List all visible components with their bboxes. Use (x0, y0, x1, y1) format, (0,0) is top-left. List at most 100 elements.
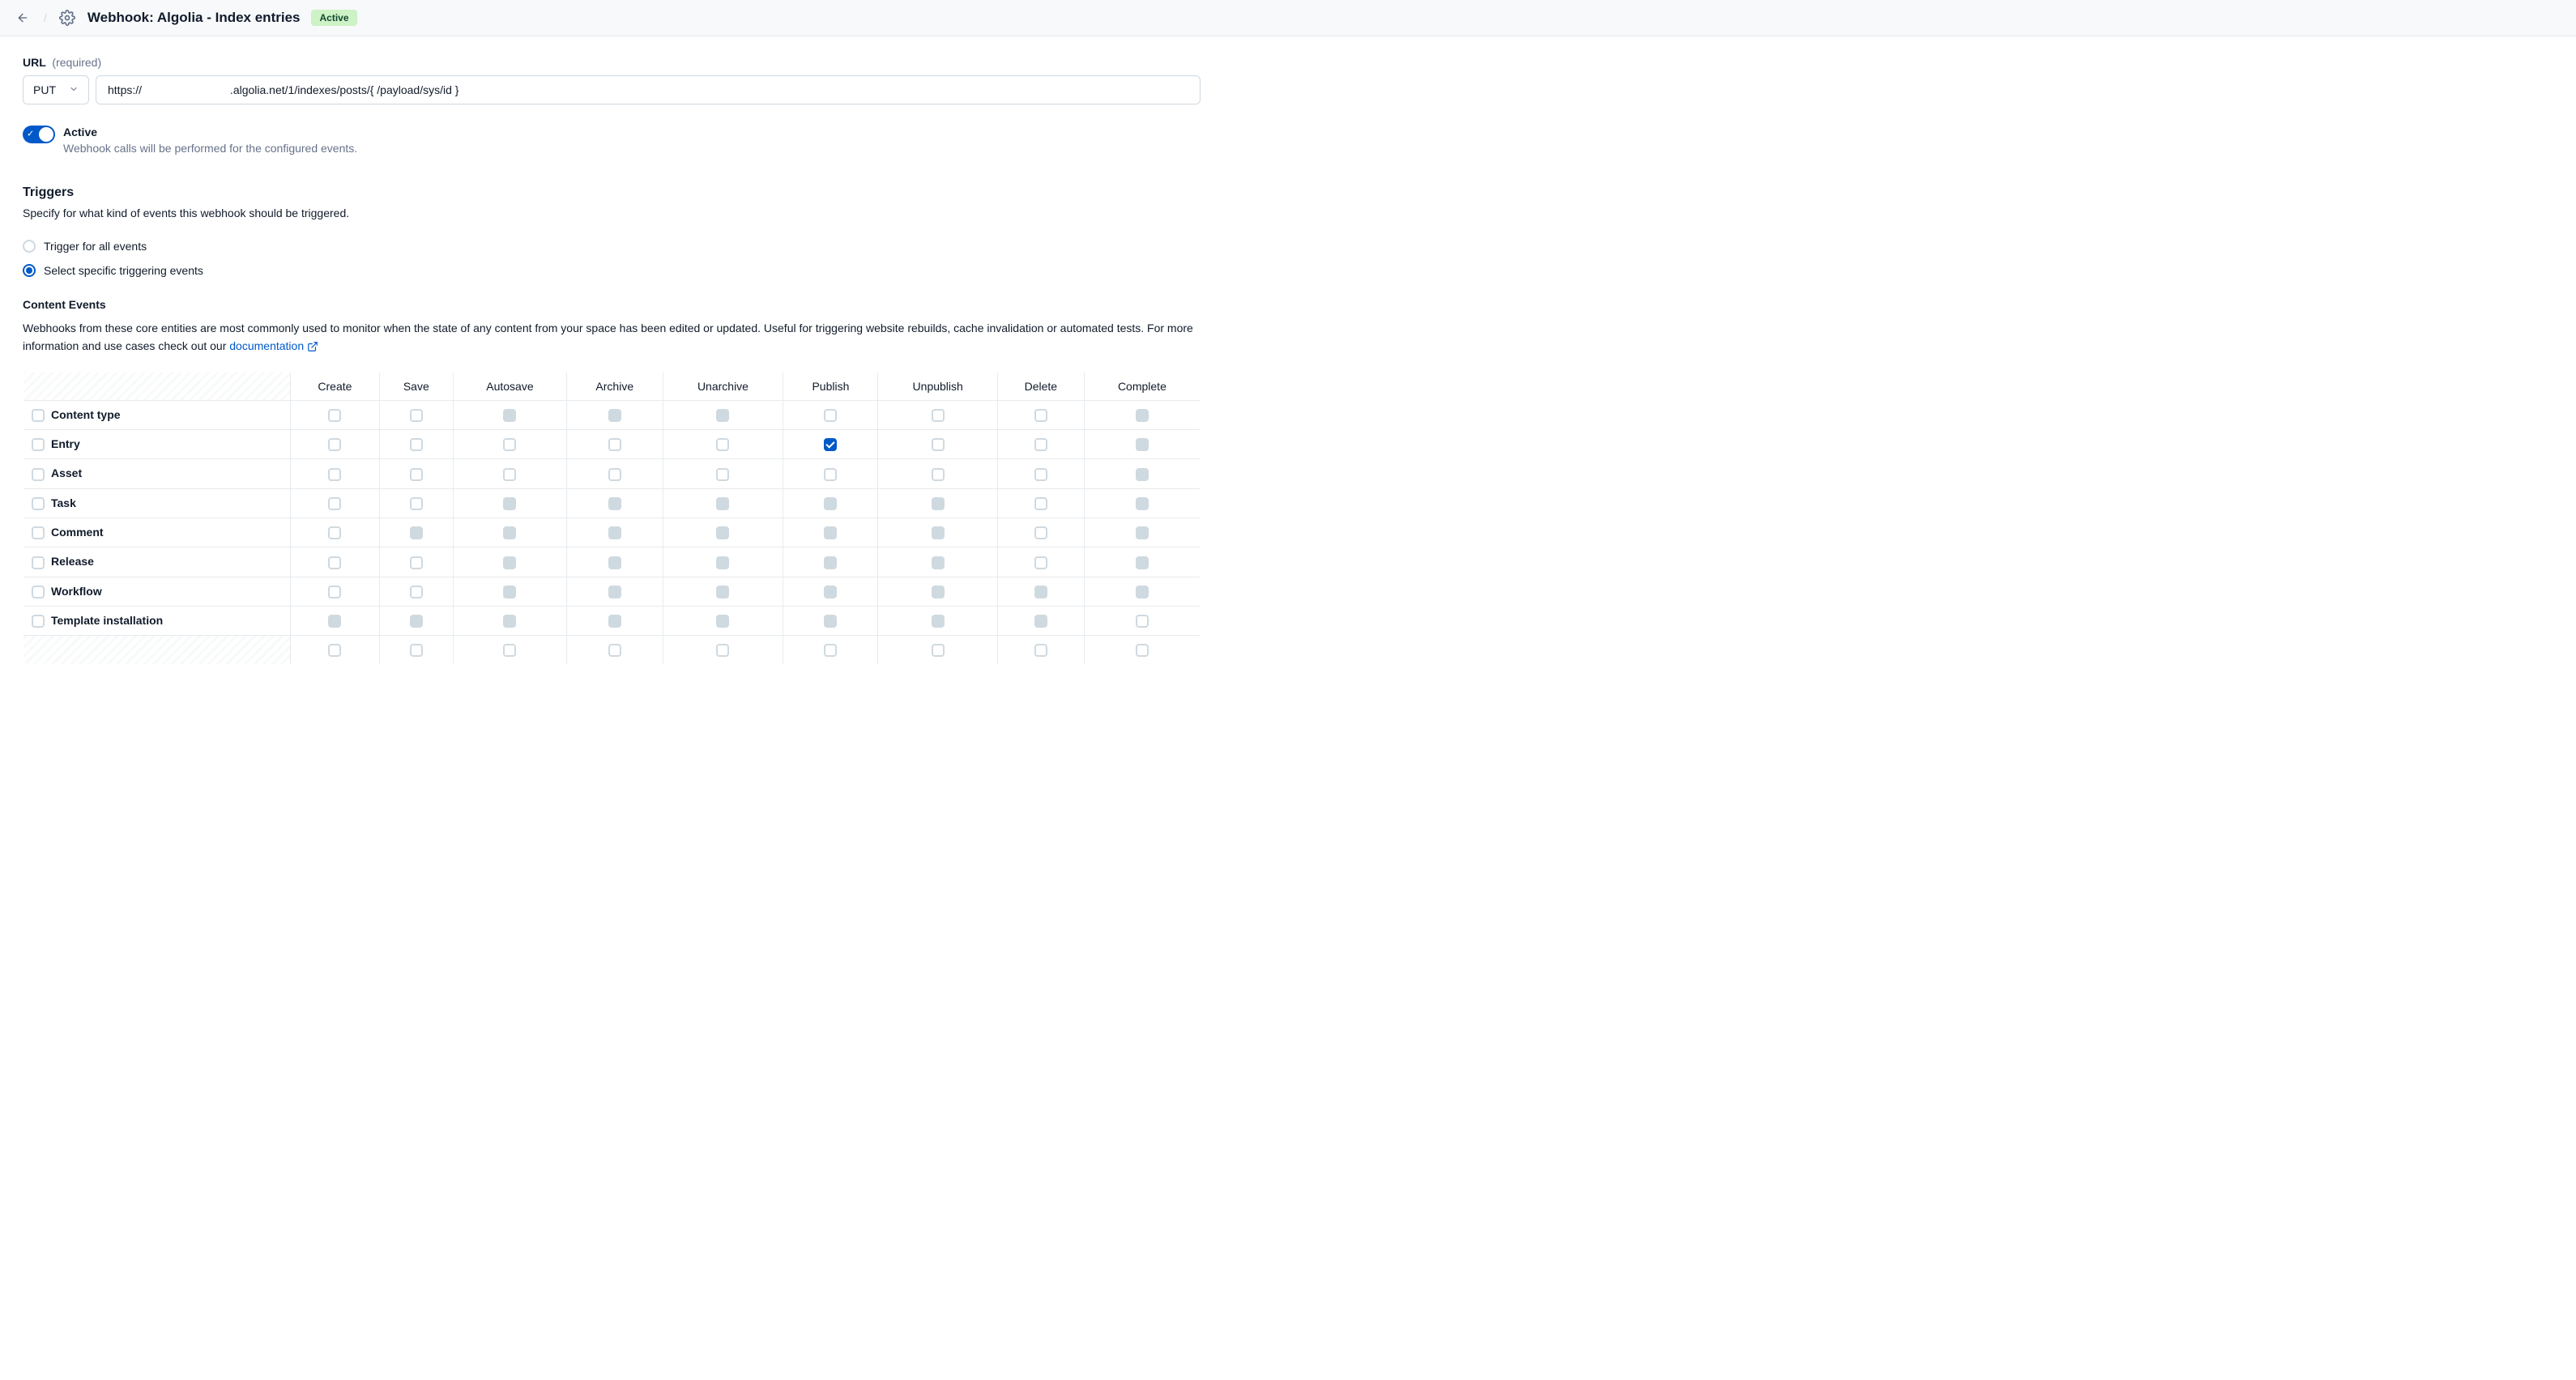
event-checkbox[interactable] (932, 438, 945, 451)
row-checkbox[interactable] (32, 468, 45, 481)
event-checkbox[interactable] (410, 438, 423, 451)
event-cell (453, 459, 566, 488)
row-label-cell: Release (23, 547, 291, 577)
event-checkbox[interactable] (1034, 409, 1047, 422)
event-checkbox[interactable] (716, 468, 729, 481)
event-checkbox (410, 615, 423, 628)
event-checkbox[interactable] (503, 644, 516, 657)
event-checkbox (932, 615, 945, 628)
event-cell (291, 430, 380, 459)
event-cell (878, 488, 997, 518)
event-cell (567, 459, 663, 488)
event-checkbox[interactable] (328, 409, 341, 422)
event-checkbox (608, 556, 621, 569)
row-label-cell: Template installation (23, 606, 291, 635)
event-checkbox[interactable] (503, 468, 516, 481)
event-checkbox[interactable] (608, 468, 621, 481)
event-cell (291, 518, 380, 547)
table-corner (23, 372, 291, 400)
row-label-cell: Content type (23, 400, 291, 429)
event-checkbox[interactable] (410, 497, 423, 510)
event-checkbox[interactable] (932, 644, 945, 657)
event-checkbox[interactable] (608, 438, 621, 451)
main-content: URL (required) PUT ✓ Active Webhook call… (0, 36, 1223, 684)
row-checkbox[interactable] (32, 615, 45, 628)
event-cell (291, 577, 380, 606)
event-checkbox[interactable] (1034, 556, 1047, 569)
active-toggle[interactable]: ✓ (23, 126, 55, 143)
row-checkbox[interactable] (32, 556, 45, 569)
row-checkbox[interactable] (32, 586, 45, 598)
event-checkbox[interactable] (410, 409, 423, 422)
event-checkbox (716, 497, 729, 510)
event-cell (291, 636, 380, 665)
documentation-link[interactable]: documentation (229, 337, 318, 355)
event-checkbox[interactable] (328, 438, 341, 451)
event-checkbox[interactable] (1034, 468, 1047, 481)
event-cell (453, 636, 566, 665)
check-icon: ✓ (27, 130, 34, 139)
event-checkbox[interactable] (824, 644, 837, 657)
event-checkbox[interactable] (328, 556, 341, 569)
event-cell (567, 606, 663, 635)
trigger-specific-label: Select specific triggering events (44, 264, 203, 277)
event-cell (291, 547, 380, 577)
event-cell (783, 606, 878, 635)
event-checkbox[interactable] (1136, 644, 1149, 657)
event-checkbox[interactable] (716, 644, 729, 657)
event-checkbox[interactable] (503, 438, 516, 451)
event-checkbox[interactable] (328, 497, 341, 510)
event-checkbox[interactable] (1136, 615, 1149, 628)
row-checkbox[interactable] (32, 497, 45, 510)
event-checkbox (824, 556, 837, 569)
column-header: Autosave (453, 372, 566, 400)
back-button[interactable] (13, 8, 32, 28)
event-checkbox[interactable] (716, 438, 729, 451)
event-checkbox[interactable] (932, 468, 945, 481)
url-label: URL (required) (23, 56, 1201, 69)
content-events-title: Content Events (23, 298, 1201, 311)
row-label-text: Task (51, 496, 76, 509)
event-checkbox (716, 409, 729, 422)
event-checkbox[interactable] (328, 586, 341, 598)
event-checkbox[interactable] (608, 644, 621, 657)
column-header: Unpublish (878, 372, 997, 400)
event-checkbox[interactable] (328, 526, 341, 539)
event-checkbox[interactable] (824, 409, 837, 422)
event-checkbox (716, 586, 729, 598)
event-checkbox[interactable] (1034, 438, 1047, 451)
event-checkbox[interactable] (824, 438, 837, 451)
row-checkbox[interactable] (32, 438, 45, 451)
event-checkbox[interactable] (1034, 497, 1047, 510)
event-cell (1084, 488, 1200, 518)
url-input[interactable] (96, 75, 1201, 104)
event-checkbox[interactable] (932, 409, 945, 422)
http-method-select[interactable]: PUT (23, 75, 89, 104)
event-cell (379, 488, 453, 518)
trigger-specific-option[interactable]: Select specific triggering events (23, 264, 1201, 277)
event-checkbox[interactable] (328, 468, 341, 481)
row-checkbox[interactable] (32, 526, 45, 539)
event-checkbox[interactable] (824, 468, 837, 481)
trigger-all-label: Trigger for all events (44, 240, 147, 253)
row-label-text: Workflow (51, 585, 102, 598)
event-cell (453, 400, 566, 429)
event-cell (783, 459, 878, 488)
event-checkbox[interactable] (1034, 526, 1047, 539)
documentation-link-text: documentation (229, 337, 304, 355)
row-checkbox[interactable] (32, 409, 45, 422)
event-cell (453, 430, 566, 459)
event-checkbox (824, 497, 837, 510)
event-cell (379, 547, 453, 577)
event-checkbox[interactable] (410, 468, 423, 481)
event-checkbox (932, 586, 945, 598)
event-cell (1084, 400, 1200, 429)
event-checkbox[interactable] (410, 586, 423, 598)
trigger-all-option[interactable]: Trigger for all events (23, 240, 1201, 253)
event-checkbox[interactable] (1034, 644, 1047, 657)
event-checkbox (608, 526, 621, 539)
event-checkbox[interactable] (410, 644, 423, 657)
event-checkbox[interactable] (410, 556, 423, 569)
event-checkbox[interactable] (328, 644, 341, 657)
content-events-desc-text: Webhooks from these core entities are mo… (23, 322, 1193, 352)
